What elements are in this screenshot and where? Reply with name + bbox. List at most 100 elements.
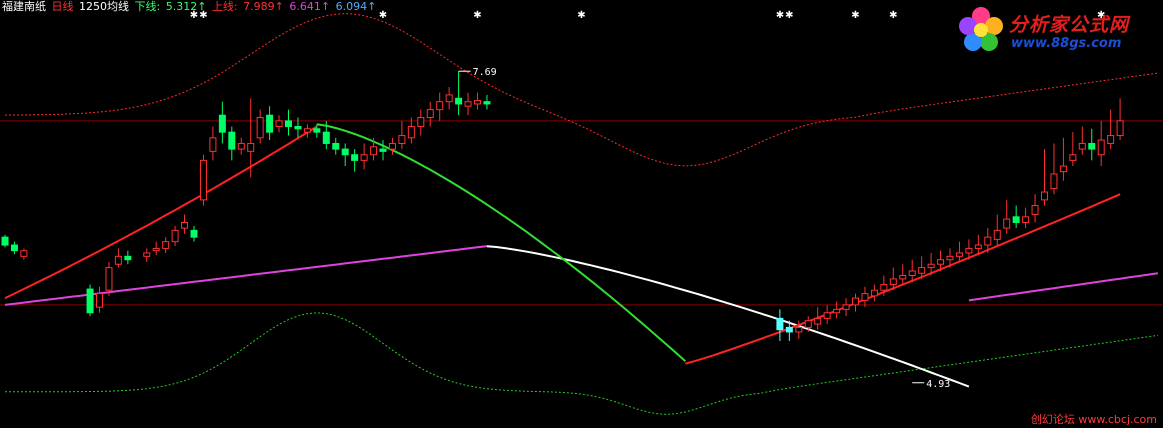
candle-body xyxy=(776,317,784,331)
signal-marker: ✱ xyxy=(379,10,387,21)
candle-body xyxy=(322,131,330,144)
candle-body xyxy=(190,229,198,238)
candle-body xyxy=(937,259,945,265)
signal-marker: ✱ xyxy=(785,10,793,21)
candle-body xyxy=(351,154,359,161)
kline-chart: ✱ ✱ ✱ ✱ ✱ ✱ ✱ ✱ ✱ ✱7.694.93 xyxy=(0,10,1163,415)
candle-body xyxy=(1097,139,1105,156)
slow-ma-white xyxy=(486,245,970,388)
candle-body xyxy=(483,101,491,105)
candle-body xyxy=(1003,218,1011,229)
slow-ma-magenta-right xyxy=(968,272,1159,302)
candle-body xyxy=(993,229,1001,240)
indicator-legend: 福建南纸 日线 1250均线 下线: 5.312↑ 上线: 7.989↑ 6.6… xyxy=(2,0,378,14)
candle-body xyxy=(341,148,349,156)
candle-body xyxy=(218,114,226,133)
upper-line-value: 7.989↑ xyxy=(243,0,284,13)
candle-body xyxy=(199,159,207,201)
candle-body xyxy=(445,94,453,103)
candle-body xyxy=(181,221,189,229)
signal-marker: ✱ xyxy=(851,10,859,21)
candle-body xyxy=(1022,216,1030,223)
candle-body xyxy=(1107,135,1115,144)
candle-body xyxy=(275,120,283,128)
candle-body xyxy=(256,116,264,139)
candle-body xyxy=(852,297,859,306)
candle-body xyxy=(955,252,963,257)
candle-body xyxy=(965,247,973,254)
slow-ma-magenta xyxy=(4,245,488,306)
candle-body xyxy=(946,255,954,261)
candle-body xyxy=(1,236,9,246)
lower-line-label: 下线: xyxy=(134,0,161,13)
footer-credit: 创幻论坛 www.cbcj.com xyxy=(1030,413,1157,426)
candle-body xyxy=(426,109,434,118)
lower-band-line xyxy=(5,312,1158,415)
candle-body xyxy=(96,293,103,308)
candle-body xyxy=(880,284,888,291)
candle-body xyxy=(237,142,245,150)
candle-body xyxy=(162,241,170,249)
candle-body xyxy=(1041,191,1048,201)
candle-body xyxy=(984,236,992,246)
candle-body xyxy=(398,135,406,144)
candle-body xyxy=(20,250,28,257)
candle-body xyxy=(1059,165,1067,173)
indicator-name: 1250均线 xyxy=(79,0,129,13)
candle-body xyxy=(379,148,387,152)
flower-logo-icon xyxy=(959,7,1003,51)
annotation-label: 7.69 xyxy=(473,67,497,78)
candle-body xyxy=(889,278,897,286)
candle-body xyxy=(870,289,878,297)
candle-body xyxy=(899,275,907,280)
candle-body xyxy=(908,270,916,277)
candle-body xyxy=(114,255,122,265)
candle-body xyxy=(407,126,415,139)
signal-marker: ✱ xyxy=(473,10,481,21)
watermark-url: www.88gs.com xyxy=(1011,36,1122,51)
ma-line-value: 6.094↑ xyxy=(335,0,377,13)
candle-body xyxy=(918,267,926,274)
candle-body xyxy=(313,128,321,133)
watermark-title: 分析家公式网 xyxy=(1009,14,1130,36)
candle-body xyxy=(1069,154,1077,161)
candle-body xyxy=(861,293,869,301)
candle-body xyxy=(814,317,822,325)
candle-body xyxy=(1078,142,1086,150)
candle-body xyxy=(1116,120,1124,137)
candle-body xyxy=(795,326,803,333)
candle-body xyxy=(303,128,311,133)
candle-body xyxy=(247,142,255,152)
candle-body xyxy=(842,304,850,310)
candle-body xyxy=(370,146,378,156)
candle-body xyxy=(294,126,302,130)
upper-line-label: 上线: xyxy=(211,0,238,13)
candle-body xyxy=(1050,173,1058,190)
candle-body xyxy=(360,154,368,161)
candle-body xyxy=(974,244,982,249)
candle-body xyxy=(228,131,236,150)
signal-marker: ✱ xyxy=(577,10,585,21)
candle-body xyxy=(388,142,396,150)
candle-body xyxy=(833,308,841,314)
candle-body xyxy=(332,142,340,150)
candle-body xyxy=(464,101,472,107)
fast-ma-green xyxy=(316,123,687,363)
mid-line-value: 6.641↑ xyxy=(289,0,331,13)
candle-body xyxy=(152,247,160,252)
candle-body xyxy=(804,320,812,328)
site-watermark: 分析家公式网 www.88gs.com xyxy=(955,4,1155,56)
candle-body xyxy=(1031,205,1039,216)
candle-body xyxy=(209,137,217,152)
candle-body xyxy=(455,97,463,105)
candle-body xyxy=(266,114,274,133)
candle-body xyxy=(785,326,793,333)
candle-body xyxy=(1088,142,1096,150)
candle-body xyxy=(105,267,113,291)
signal-marker: ✱ xyxy=(776,10,784,21)
candle-body xyxy=(1012,216,1020,223)
candle-body xyxy=(436,101,444,111)
annotation-label: 4.93 xyxy=(926,379,950,390)
candle-body xyxy=(474,100,481,105)
candle-body xyxy=(10,244,18,252)
